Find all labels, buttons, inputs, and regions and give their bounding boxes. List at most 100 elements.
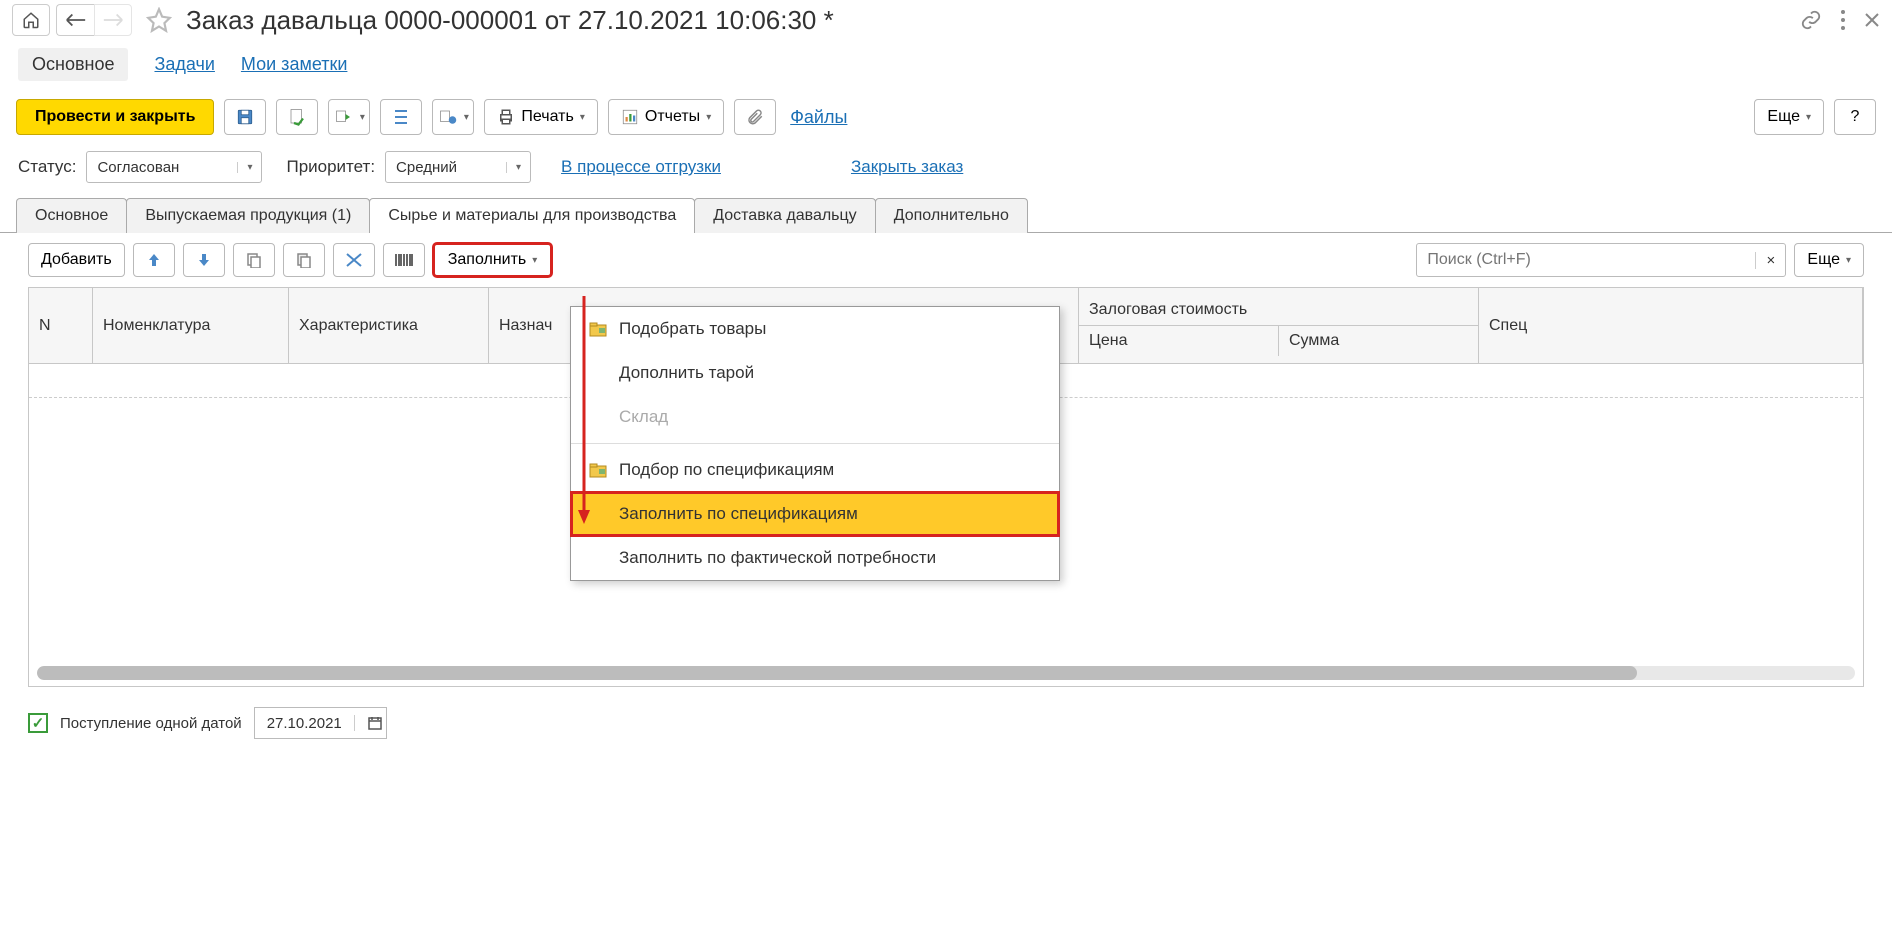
menu-pick-goods[interactable]: Подобрать товары	[571, 307, 1059, 351]
attach-button[interactable]	[734, 99, 776, 135]
reports-label: Отчеты	[645, 108, 700, 126]
help-button[interactable]: ?	[1834, 99, 1876, 135]
list-button[interactable]	[380, 99, 422, 135]
back-button[interactable]	[56, 4, 94, 36]
home-button[interactable]	[12, 4, 50, 36]
close-order-link[interactable]: Закрыть заказ	[851, 157, 963, 177]
sub-more-label: Еще	[1807, 251, 1840, 269]
forward-button[interactable]	[94, 4, 132, 36]
clear-search-button[interactable]: ×	[1755, 252, 1785, 269]
menu-fill-by-need-label: Заполнить по фактической потребности	[619, 548, 936, 568]
single-date-checkbox[interactable]: ✓	[28, 713, 48, 733]
col-nomenclature[interactable]: Номенклатура	[93, 288, 289, 363]
post-and-close-button[interactable]: Провести и закрыть	[16, 99, 214, 135]
print-icon	[497, 108, 515, 126]
fill-dropdown-menu: Подобрать товары Дополнить тарой Склад П…	[570, 306, 1060, 581]
post-button[interactable]	[276, 99, 318, 135]
tab-main[interactable]: Основное	[16, 198, 127, 233]
arrow-down-icon	[197, 252, 211, 268]
caret-icon: ▾	[1806, 112, 1811, 123]
structure-button[interactable]: ▾	[432, 99, 474, 135]
print-button[interactable]: Печать ▾	[484, 99, 597, 135]
add-row-button[interactable]: Добавить	[28, 243, 125, 277]
structure-icon	[438, 108, 458, 126]
folder-spec-icon	[589, 461, 607, 479]
priority-value: Средний	[386, 159, 506, 176]
arrival-date-value: 27.10.2021	[255, 715, 354, 732]
search-input[interactable]	[1417, 251, 1755, 269]
print-label: Печать	[521, 108, 573, 126]
menu-add-tare[interactable]: Дополнить тарой	[571, 351, 1059, 395]
more-button[interactable]: Еще ▾	[1754, 99, 1824, 135]
nav-main[interactable]: Основное	[18, 48, 128, 81]
menu-pick-by-spec-label: Подбор по спецификациям	[619, 460, 834, 480]
move-up-button[interactable]	[133, 243, 175, 277]
tab-products[interactable]: Выпускаемая продукция (1)	[126, 198, 370, 233]
status-label: Статус:	[18, 157, 76, 177]
menu-pick-by-spec[interactable]: Подбор по спецификациям	[571, 448, 1059, 492]
copy-button[interactable]	[233, 243, 275, 277]
col-collateral: Залоговая стоимость	[1079, 295, 1478, 326]
single-date-label: Поступление одной датой	[60, 715, 242, 732]
nav-tasks[interactable]: Задачи	[154, 48, 214, 81]
horizontal-scrollbar[interactable]	[37, 666, 1855, 680]
calendar-icon[interactable]	[354, 715, 386, 731]
folder-goods-icon	[589, 320, 607, 338]
fill-button[interactable]: Заполнить ▾	[433, 243, 553, 277]
create-based-button[interactable]: ▾	[328, 99, 370, 135]
reports-button[interactable]: Отчеты ▾	[608, 99, 724, 135]
sub-more-button[interactable]: Еще ▾	[1794, 243, 1864, 277]
caret-icon: ▾	[1846, 255, 1851, 266]
col-sum[interactable]: Сумма	[1279, 326, 1478, 356]
close-window-icon[interactable]	[1864, 12, 1880, 28]
arrival-date-field[interactable]: 27.10.2021	[254, 707, 387, 739]
window-title: Заказ давальца 0000-000001 от 27.10.2021…	[186, 5, 834, 36]
files-link[interactable]: Файлы	[790, 107, 847, 128]
reports-icon	[621, 108, 639, 126]
col-characteristic[interactable]: Характеристика	[289, 288, 489, 363]
col-collateral-group[interactable]: Залоговая стоимость Цена Сумма	[1079, 288, 1479, 363]
menu-fill-by-need[interactable]: Заполнить по фактической потребности	[571, 536, 1059, 580]
save-icon	[236, 108, 254, 126]
favorite-star-icon[interactable]	[146, 7, 172, 33]
caret-icon: ▾	[237, 162, 261, 173]
nav-notes[interactable]: Мои заметки	[241, 48, 348, 81]
copy-icon	[246, 252, 262, 268]
menu-separator	[571, 443, 1059, 444]
more-label: Еще	[1767, 108, 1800, 126]
caret-icon: ▾	[506, 162, 530, 173]
col-n[interactable]: N	[29, 288, 93, 363]
menu-fill-by-spec[interactable]: Заполнить по спецификациям	[571, 492, 1059, 536]
col-price[interactable]: Цена	[1079, 326, 1279, 356]
priority-select[interactable]: Средний ▾	[385, 151, 531, 183]
fill-label: Заполнить	[448, 251, 527, 269]
menu-add-tare-label: Дополнить тарой	[619, 363, 754, 383]
status-select[interactable]: Согласован ▾	[86, 151, 262, 183]
paste-icon	[296, 252, 312, 268]
barcode-button[interactable]	[383, 243, 425, 277]
caret-icon: ▾	[464, 112, 469, 123]
priority-label: Приоритет:	[286, 157, 375, 177]
link-icon[interactable]	[1800, 9, 1822, 31]
move-down-button[interactable]	[183, 243, 225, 277]
save-button[interactable]	[224, 99, 266, 135]
paste-button[interactable]	[283, 243, 325, 277]
menu-warehouse: Склад	[571, 395, 1059, 439]
tab-extra[interactable]: Дополнительно	[875, 198, 1028, 233]
create-based-icon	[334, 108, 354, 126]
menu-fill-by-spec-label: Заполнить по спецификациям	[619, 504, 858, 524]
caret-icon: ▾	[580, 112, 585, 123]
status-value: Согласован	[87, 159, 237, 176]
post-icon	[288, 108, 306, 126]
col-spec[interactable]: Спец	[1479, 288, 1863, 363]
list-icon	[393, 108, 409, 126]
split-button[interactable]	[333, 243, 375, 277]
tab-delivery[interactable]: Доставка давальцу	[694, 198, 875, 233]
shipping-status-link[interactable]: В процессе отгрузки	[561, 157, 721, 177]
menu-pick-goods-label: Подобрать товары	[619, 319, 766, 339]
kebab-menu-icon[interactable]	[1840, 9, 1846, 31]
caret-icon: ▾	[360, 112, 365, 123]
caret-icon: ▾	[532, 255, 537, 266]
tab-materials[interactable]: Сырье и материалы для производства	[369, 198, 695, 233]
caret-icon: ▾	[706, 112, 711, 123]
